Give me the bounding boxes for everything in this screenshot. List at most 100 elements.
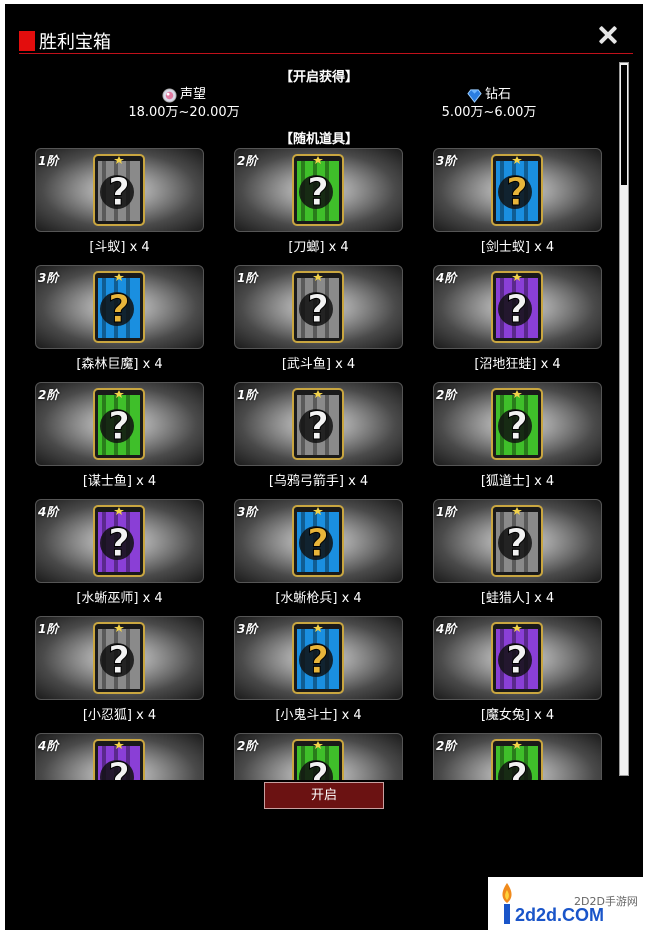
mystery-card-icon: ? [491,739,543,780]
tier-badge: 2阶 [38,388,59,402]
close-icon[interactable] [597,24,619,46]
item-card[interactable]: 3阶? [水蜥枪兵] x 4 [234,499,403,606]
reward-range: 5.00万~6.00万 [441,105,537,120]
item-card-label: [沼地狂蛙] x 4 [474,357,561,372]
item-card[interactable]: 1阶? [蛙猎人] x 4 [433,499,602,606]
mystery-card-icon: ? [292,388,344,460]
tier-badge: 1阶 [237,271,258,285]
item-card[interactable]: 4阶? [魔女兔] x 4 [433,616,602,723]
item-card-frame: 2阶? [433,733,602,780]
item-card[interactable]: 1阶? [武斗鱼] x 4 [234,265,403,372]
dialog-header: 胜利宝箱 [19,24,633,54]
mystery-card-icon: ? [491,271,543,343]
mystery-card-icon: ? [292,271,344,343]
rewards-section-title: 【开启获得】 [279,70,358,85]
question-mark-icon: ? [108,755,130,780]
site-watermark: 2D2D手游网 2d2d.COM [488,877,650,934]
item-card[interactable]: 3阶? [小鬼斗士] x 4 [234,616,403,723]
item-card[interactable]: 2阶? [234,733,403,780]
mystery-card-icon: ? [93,505,145,577]
tier-badge: 1阶 [38,622,59,636]
tier-badge: 4阶 [436,271,457,285]
item-card-frame: 4阶? [433,616,602,700]
question-mark-icon: ? [108,287,130,331]
content-scrollbar[interactable] [619,62,629,776]
question-mark-icon: ? [506,638,528,682]
tier-badge: 3阶 [38,271,59,285]
open-chest-button[interactable]: 开启 [264,782,384,809]
item-card-frame: 2阶? [433,382,602,466]
item-card-label: [小鬼斗士] x 4 [275,708,362,723]
title-accent-mark [19,31,35,51]
question-mark-icon: ? [307,521,329,565]
item-card[interactable]: 1阶? [小忍狐] x 4 [35,616,204,723]
mystery-card-icon: ? [93,388,145,460]
item-card[interactable]: 2阶? [谋士鱼] x 4 [35,382,204,489]
question-mark-icon: ? [108,170,130,214]
question-mark-icon: ? [307,287,329,331]
item-card[interactable]: 1阶? [乌鸦弓箭手] x 4 [234,382,403,489]
item-card[interactable]: 2阶? [狐道士] x 4 [433,382,602,489]
question-mark-icon: ? [506,521,528,565]
reward-name: 钻石 [484,87,511,102]
item-card[interactable]: 4阶? [沼地狂蛙] x 4 [433,265,602,372]
question-mark-icon: ? [307,404,329,448]
item-card[interactable]: 2阶? [刀螂] x 4 [234,148,403,255]
item-card-label: [武斗鱼] x 4 [281,357,356,372]
mystery-card-icon: ? [491,154,543,226]
item-card-frame: 1阶? [35,148,204,232]
item-card-label: [水蜥枪兵] x 4 [275,591,362,606]
item-card-label: [刀螂] x 4 [288,240,349,255]
question-mark-icon: ? [506,404,528,448]
item-card-label: [小忍狐] x 4 [82,708,157,723]
item-card[interactable]: 2阶? [433,733,602,780]
item-card-label: [谋士鱼] x 4 [82,474,157,489]
item-card-label: [狐道士] x 4 [480,474,555,489]
item-card-label: [魔女兔] x 4 [480,708,555,723]
item-card-frame: 3阶? [234,616,403,700]
item-card[interactable]: 1阶? [斗蚁] x 4 [35,148,204,255]
item-card-label: [剑士蚁] x 4 [480,240,555,255]
item-card-label: [水蜥巫师] x 4 [76,591,163,606]
item-card[interactable]: 4阶? [35,733,204,780]
tier-badge: 1阶 [436,505,457,519]
dialog-title: 胜利宝箱 [39,32,111,53]
question-mark-icon: ? [506,287,528,331]
tier-badge: 2阶 [436,388,457,402]
item-card-frame: 1阶? [433,499,602,583]
item-card-label: [乌鸦弓箭手] x 4 [268,474,369,489]
item-card-frame: 1阶? [234,265,403,349]
item-card-label: [蛙猎人] x 4 [480,591,555,606]
tier-badge: 1阶 [38,154,59,168]
item-card-frame: 4阶? [35,733,204,780]
item-card-frame: 2阶? [234,733,403,780]
question-mark-icon: ? [506,755,528,780]
item-card-frame: 3阶? [433,148,602,232]
item-card[interactable]: 3阶? [剑士蚁] x 4 [433,148,602,255]
item-card-label: [森林巨魔] x 4 [76,357,163,372]
victory-chest-dialog: 胜利宝箱 【开启获得】 声望 18.00万~20.00万 钻石 5.00万~6.… [5,4,643,930]
scrollbar-thumb[interactable] [621,65,627,185]
tier-badge: 4阶 [38,739,59,753]
item-card[interactable]: 3阶? [森林巨魔] x 4 [35,265,204,372]
mystery-card-icon: ? [93,622,145,694]
item-card-frame: 3阶? [234,499,403,583]
mystery-card-icon: ? [292,154,344,226]
mystery-card-icon: ? [292,622,344,694]
question-mark-icon: ? [108,404,130,448]
tier-badge: 4阶 [38,505,59,519]
reward-range: 18.00万~20.00万 [128,105,240,120]
mystery-card-icon: ? [491,505,543,577]
watermark-site-domain: 2d2d.COM [515,905,605,925]
random-items-section-title: 【随机道具】 [279,132,358,147]
item-card-frame: 2阶? [234,148,403,232]
mystery-card-icon: ? [292,505,344,577]
mystery-card-icon: ? [93,739,145,780]
tier-badge: 3阶 [237,622,258,636]
question-mark-icon: ? [108,638,130,682]
item-card[interactable]: 4阶? [水蜥巫师] x 4 [35,499,204,606]
mystery-card-icon: ? [491,622,543,694]
tier-badge: 3阶 [436,154,457,168]
question-mark-icon: ? [108,521,130,565]
question-mark-icon: ? [307,755,329,780]
